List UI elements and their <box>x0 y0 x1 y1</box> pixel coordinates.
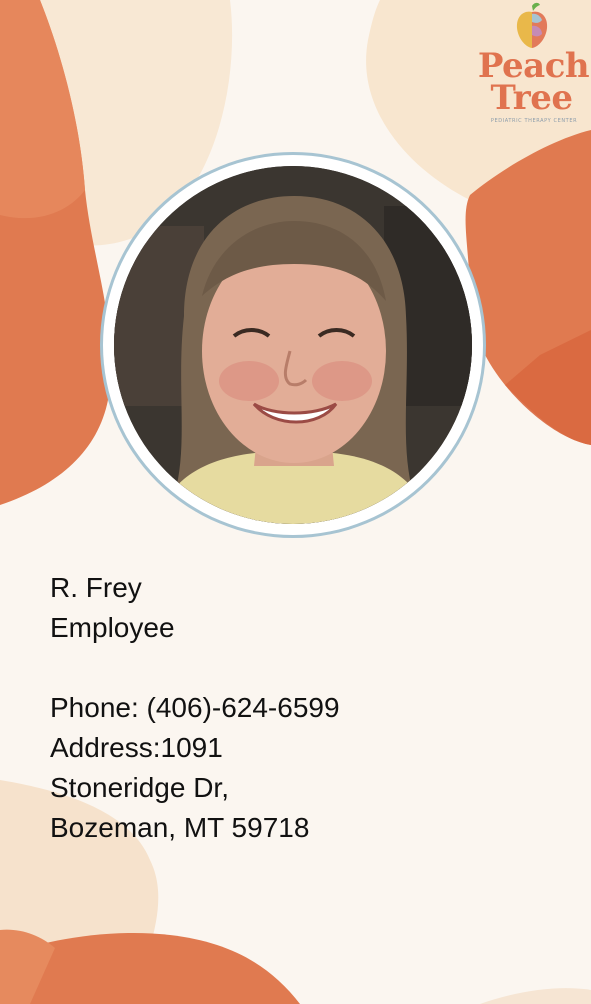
employee-role: Employee <box>50 612 175 643</box>
employee-address-line-3: Bozeman, MT 59718 <box>50 812 310 843</box>
employee-photo <box>114 166 472 524</box>
photo-frame <box>103 155 483 535</box>
company-logo: Peach Tree PEDIATRIC THERAPY CENTER <box>470 0 591 132</box>
id-card: Peach Tree PEDIATRIC THERAPY CENTER R. F… <box>0 0 591 1004</box>
employee-address-line-1: Address:1091 <box>50 732 223 763</box>
employee-info: R. Frey Employee Phone: (406)-624-6599 A… <box>50 568 530 848</box>
employee-phone: Phone: (406)-624-6599 <box>50 692 340 723</box>
peach-icon <box>516 2 548 49</box>
logo-word-tree: Tree <box>490 78 573 118</box>
logo-tagline: PEDIATRIC THERAPY CENTER <box>490 118 578 124</box>
employee-address-line-2: Stoneridge Dr, <box>50 772 229 803</box>
employee-name: R. Frey <box>50 572 142 603</box>
